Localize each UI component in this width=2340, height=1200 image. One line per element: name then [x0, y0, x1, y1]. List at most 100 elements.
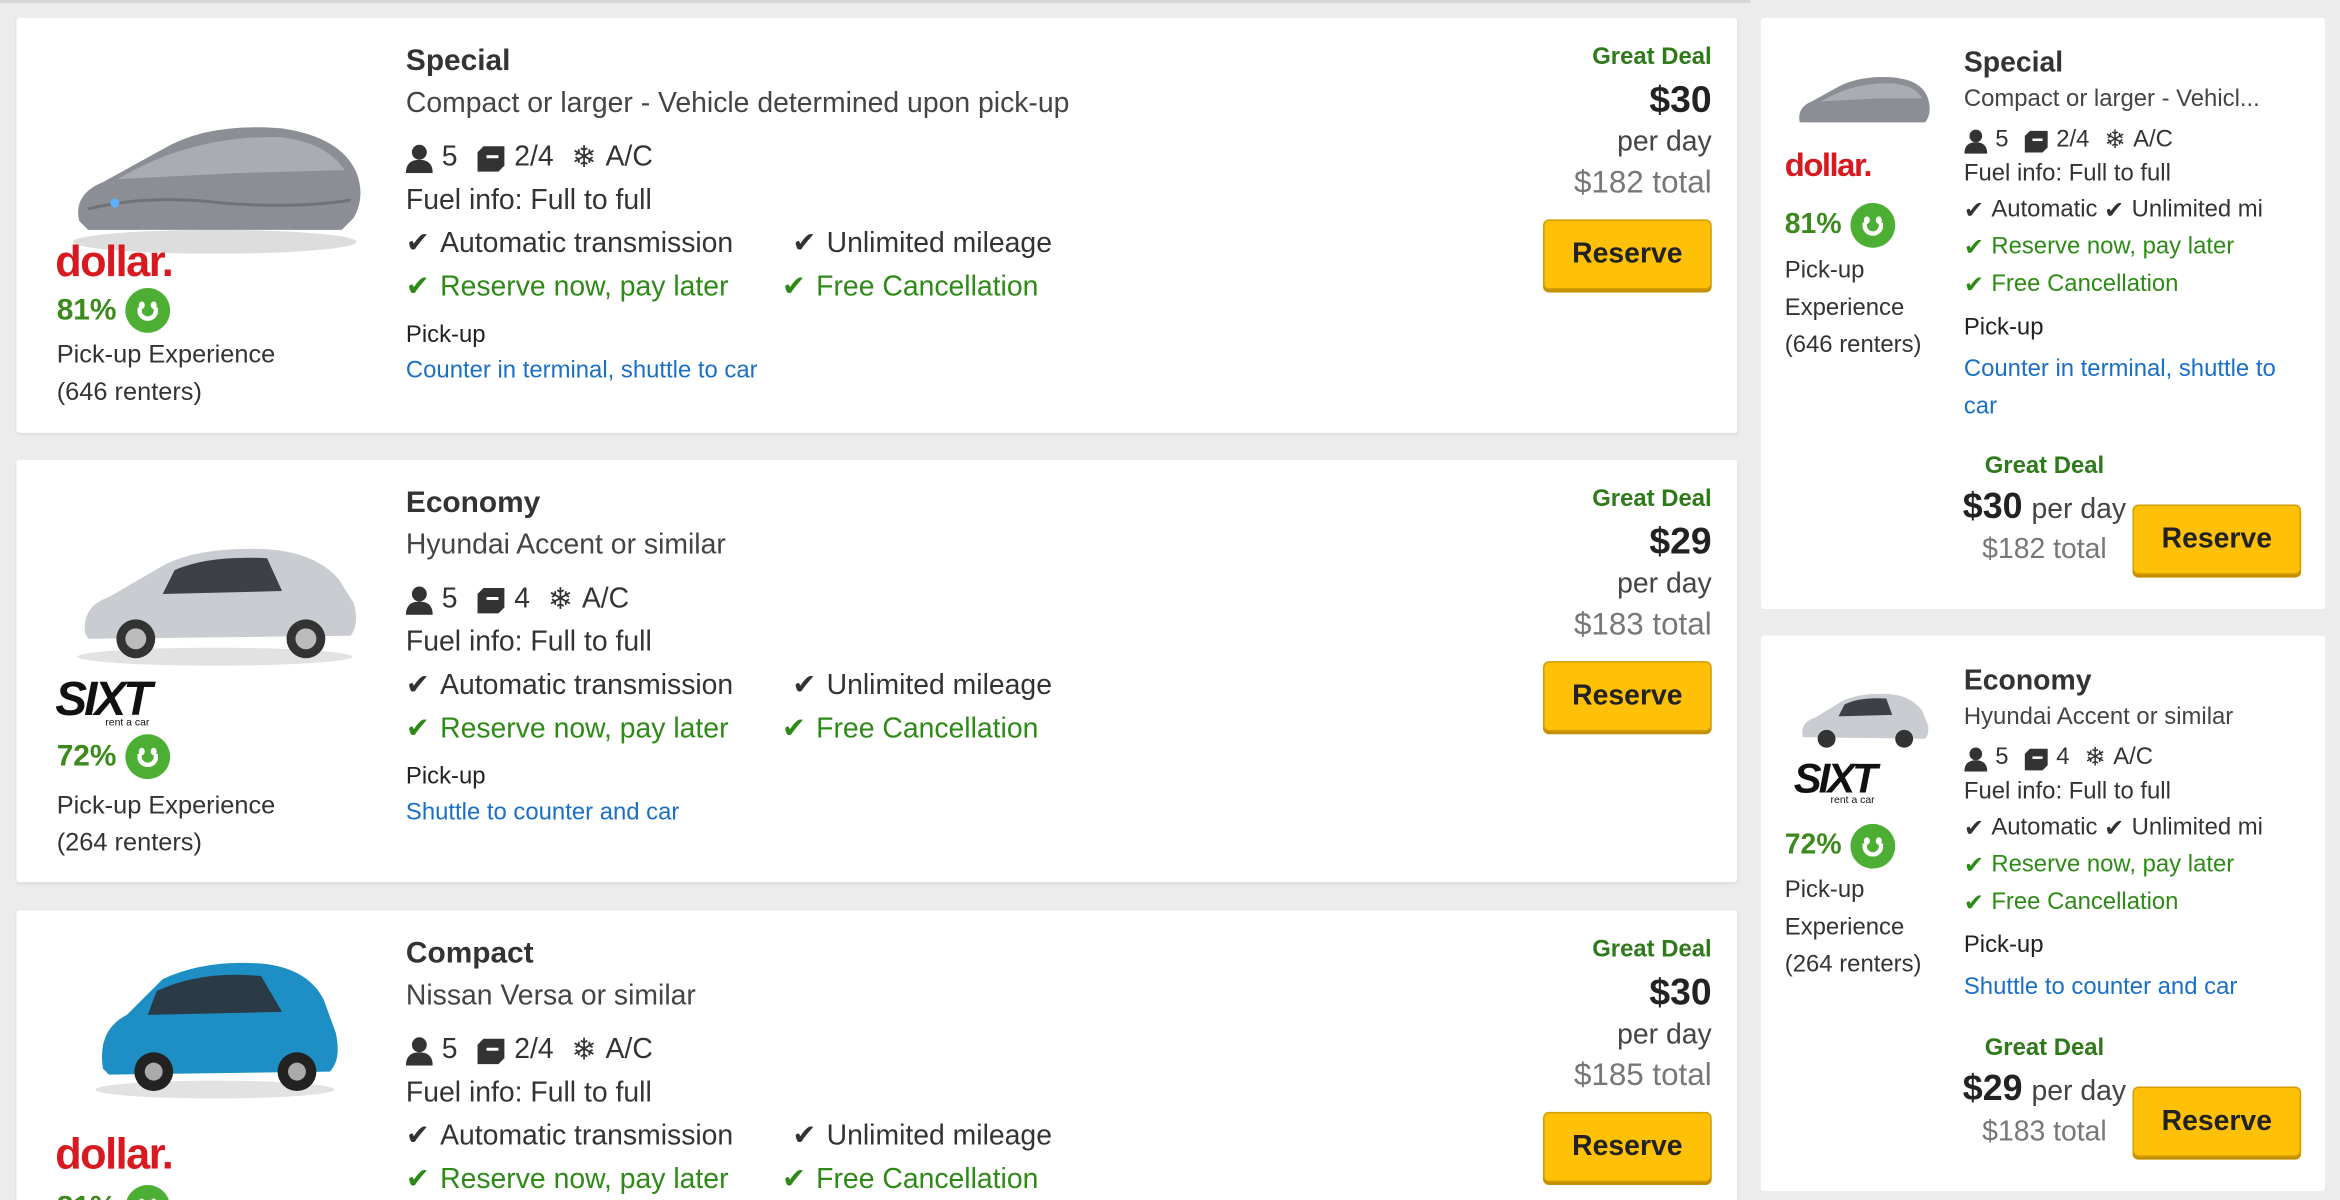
person-icon — [1964, 746, 1988, 771]
check-icon: ✔ — [792, 670, 817, 702]
deal-badge: Great Deal — [1592, 486, 1712, 512]
reserve-now-label: Reserve now, pay later — [440, 1163, 729, 1195]
result-card-economy[interactable]: SIXT rent a car 72% Pick-up Experience (26… — [16, 459, 1738, 883]
result-card-economy-compact[interactable]: SIXT rent a car 72% Pick-up Experience (264… — [1760, 635, 2326, 1192]
car-info: Special Compact or larger - Vehicl... 5 … — [1964, 48, 2307, 426]
bags-count: 4 — [514, 582, 530, 615]
reserve-button[interactable]: Reserve — [1543, 219, 1712, 290]
reserve-button[interactable]: Reserve — [2132, 1086, 2302, 1157]
person-icon — [405, 585, 433, 615]
car-info: Special Compact or larger - Vehicle dete… — [405, 44, 1070, 385]
unlimited-label: Unlimited mi — [2131, 197, 2263, 223]
person-icon — [405, 144, 433, 173]
snowflake-icon: ❄ — [2104, 125, 2126, 154]
vendor-logo-dollar: dollar. — [55, 1131, 174, 1180]
person-icon — [405, 1036, 433, 1065]
car-image-silver — [77, 548, 357, 666]
automatic-label: Automatic transmission — [440, 1120, 734, 1152]
pickup-location-link[interactable]: Counter in terminal, shuttle to car — [406, 358, 1070, 385]
bags-count: 2/4 — [514, 1033, 554, 1065]
vendor-logo-dollar: dollar. — [1784, 146, 1873, 184]
total-price: $183 total — [1982, 1116, 2107, 1148]
results-page: dollar. 81% Pick-up Experience (646 rente… — [0, 0, 2340, 1200]
pickup-rating: 81% — [1785, 202, 1896, 248]
ac-label: A/C — [2113, 744, 2153, 771]
deal-badge: Great Deal — [1984, 1035, 2105, 1062]
deal-badge: Great Deal — [1984, 453, 2105, 480]
total-price: $185 total — [1574, 1058, 1712, 1093]
check-icon: ✔ — [405, 1120, 430, 1153]
check-icon: ✔ — [405, 713, 430, 745]
pickup-rating: 72% — [1785, 823, 1896, 869]
car-features: 5 4 ❄ A/C — [405, 581, 1052, 618]
total-price: $183 total — [1574, 607, 1712, 642]
car-image-silver — [1802, 693, 1929, 748]
vendor-logo-dollar: dollar. — [55, 238, 174, 287]
car-features: 5 2/4 ❄ A/C — [405, 1031, 1052, 1068]
reserve-button[interactable]: Reserve — [2132, 504, 2302, 575]
automatic-label: Automatic transmission — [440, 227, 734, 259]
reserve-button[interactable]: Reserve — [1543, 1111, 1712, 1183]
free-cancel-label: Free Cancellation — [816, 712, 1039, 745]
check-icon: ✔ — [781, 271, 806, 303]
check-icon: ✔ — [792, 228, 817, 260]
reserve-now-label: Reserve now, pay later — [440, 270, 729, 303]
pickup-experience: Pick-up Experience (646 renters) — [1784, 258, 1922, 359]
bags-count: 2/4 — [514, 141, 554, 173]
car-features: 5 2/4 ❄ A/C — [1964, 125, 2307, 155]
price-block: Great Deal $29 per day $183 total — [1933, 1036, 2157, 1149]
price-block: Great Deal $30 per day $182 total — [1933, 454, 2157, 567]
unlimited-label: Unlimited mileage — [826, 669, 1052, 701]
pickup-label: Pick-up — [405, 764, 486, 790]
ac-label: A/C — [2133, 126, 2173, 153]
car-class: Special — [405, 44, 511, 78]
smiley-icon — [125, 1185, 171, 1200]
free-cancel-label: Free Cancellation — [816, 270, 1039, 303]
result-card-special-compact[interactable]: dollar. 81% Pick-up Experience (646 renter… — [1760, 17, 2326, 609]
car-image-blue — [95, 962, 338, 1099]
smiley-icon — [1850, 202, 1896, 248]
fuel-info: Fuel info: Full to full — [1963, 161, 2171, 187]
daily-price: $30 — [1649, 79, 1712, 121]
pickup-location-link[interactable]: Shuttle to counter and car — [1964, 969, 2307, 1006]
reserve-button[interactable]: Reserve — [1543, 661, 1712, 732]
result-card-special[interactable]: dollar. 81% Pick-up Experience (646 rente… — [16, 17, 1738, 433]
check-icon: ✔ — [1963, 853, 1984, 880]
check-icon: ✔ — [792, 1120, 817, 1153]
per-day-label: per day — [2031, 494, 2127, 526]
pickup-label: Pick-up — [405, 322, 486, 348]
pickup-rating: 81% — [57, 288, 171, 333]
total-price: $182 total — [1574, 165, 1712, 200]
car-model: Hyundai Accent or similar — [405, 529, 726, 562]
fuel-info: Fuel info: Full to full — [1963, 779, 2171, 805]
price-block: Great Deal $30 per day $182 total Reserv… — [1543, 45, 1712, 290]
car-model: Nissan Versa or similar — [405, 980, 696, 1012]
daily-price: $29 — [1962, 1068, 2023, 1109]
bags-count: 4 — [2056, 744, 2070, 771]
smiley-icon — [125, 734, 171, 780]
pickup-location-link[interactable]: Shuttle to counter and car — [406, 800, 1052, 827]
daily-price: $30 — [1962, 486, 2023, 527]
check-icon: ✔ — [405, 271, 430, 303]
total-price: $182 total — [1982, 534, 2107, 566]
car-class: Economy — [1963, 665, 2092, 697]
bag-icon — [476, 587, 504, 613]
per-day-label: per day — [1617, 1019, 1712, 1051]
pickup-location-link[interactable]: Counter in terminal, shuttle to car — [1964, 351, 2307, 426]
ac-label: A/C — [581, 582, 630, 615]
pickup-label: Pick-up — [1963, 314, 2044, 341]
deal-badge: Great Deal — [1592, 44, 1712, 71]
per-day-label: per day — [2031, 1076, 2127, 1108]
deal-badge: Great Deal — [1592, 937, 1712, 963]
seats-count: 5 — [1995, 744, 2009, 771]
seats-count: 5 — [441, 141, 458, 173]
check-icon: ✔ — [405, 228, 430, 260]
smiley-icon — [125, 288, 171, 333]
automatic-label: Automatic — [1991, 197, 2098, 223]
seats-count: 5 — [441, 582, 458, 615]
result-card-compact[interactable]: dollar. 81% Compact Nissan Versa or simi… — [16, 910, 1738, 1200]
check-icon: ✔ — [2104, 198, 2125, 224]
unlimited-label: Unlimited mi — [2131, 814, 2263, 841]
fuel-info: Fuel info: Full to full — [405, 1077, 652, 1109]
check-icon: ✔ — [405, 1164, 430, 1196]
